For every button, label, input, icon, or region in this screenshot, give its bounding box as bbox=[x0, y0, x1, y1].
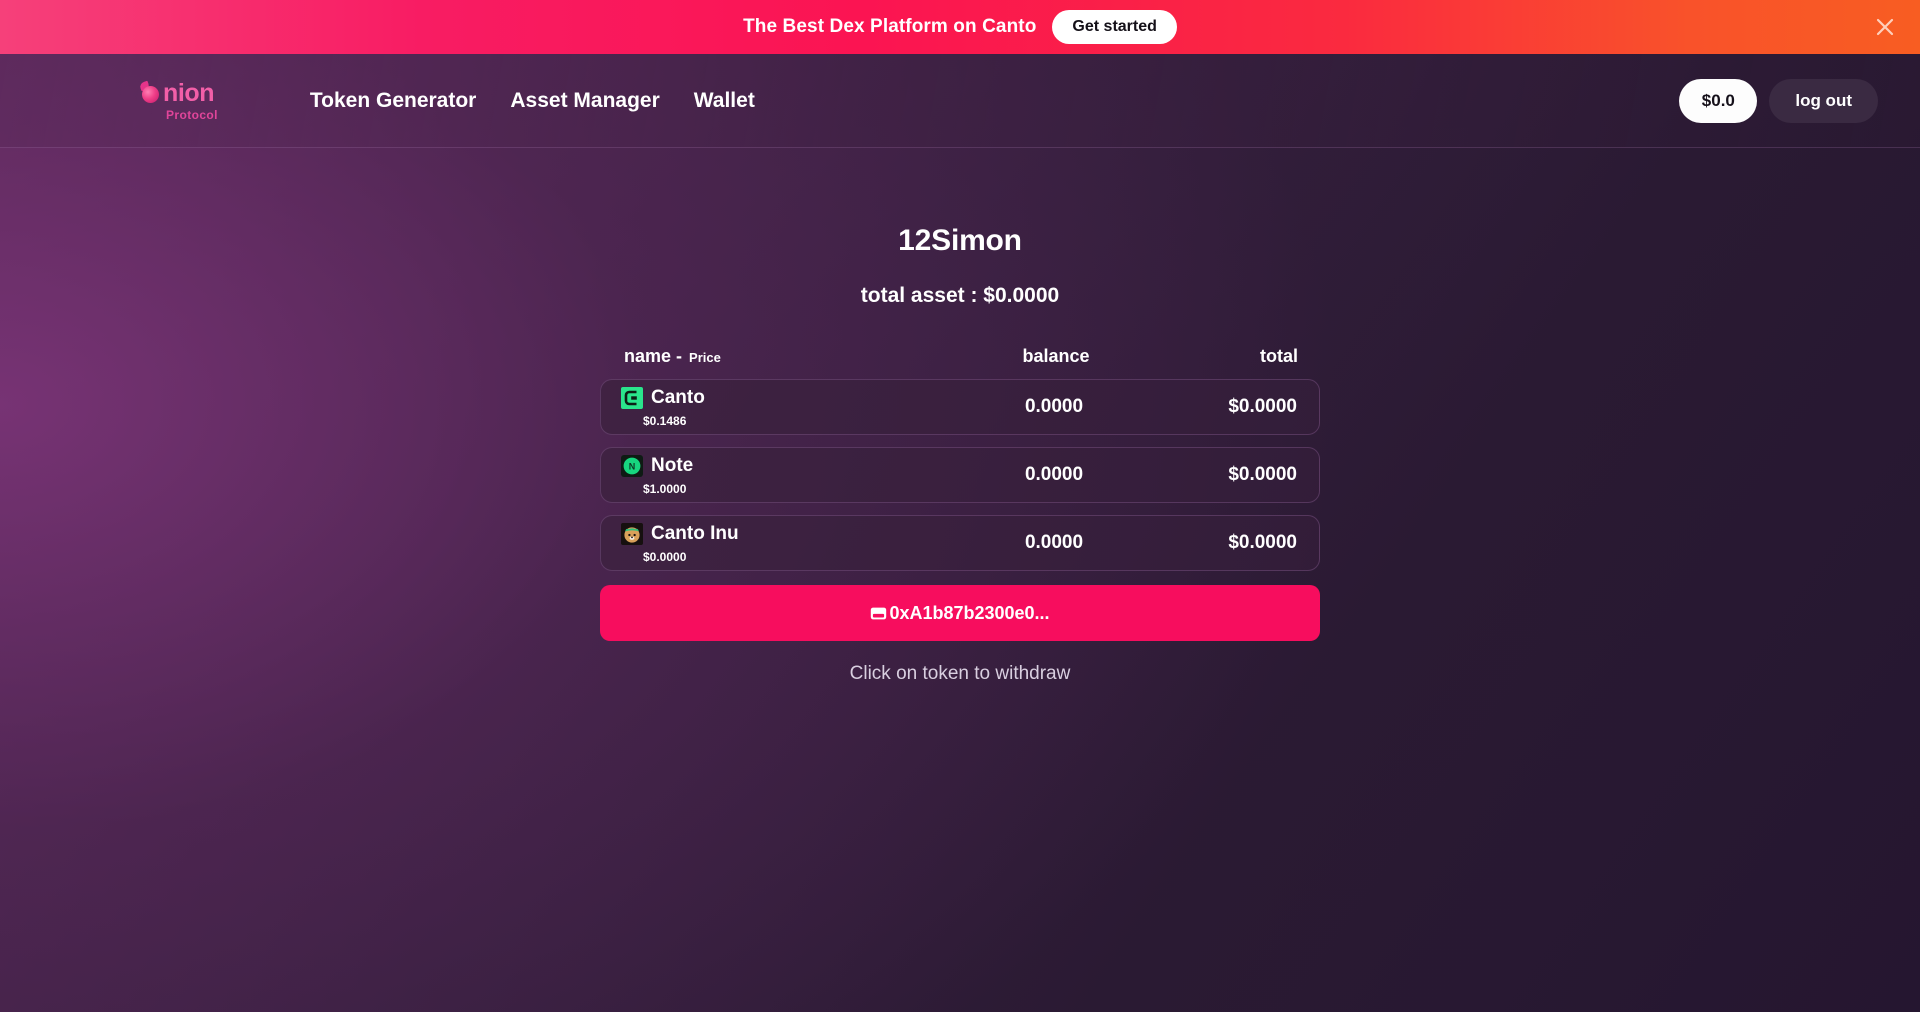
token-identity: Canto Inu $0.0000 bbox=[621, 522, 931, 564]
token-balance: 0.0000 bbox=[1024, 464, 1084, 485]
wallet-token-panel: name - Price balance total Canto $0.1486… bbox=[600, 346, 1320, 685]
token-price: $0.1486 bbox=[643, 413, 687, 428]
wallet-address-text: 0xA1b87b2300e0... bbox=[889, 602, 1050, 623]
token-identity: N Note $1.0000 bbox=[621, 454, 931, 496]
token-price: $0.0000 bbox=[643, 549, 687, 564]
main-content: 12Simon total asset : $0.0000 name - Pri… bbox=[0, 148, 1920, 685]
wallet-address-button[interactable]: 0xA1b87b2300e0... bbox=[600, 585, 1320, 641]
nav-item-asset-manager[interactable]: Asset Manager bbox=[510, 89, 659, 113]
token-balance: 0.0000 bbox=[1024, 532, 1084, 553]
logout-button[interactable]: log out bbox=[1769, 78, 1878, 123]
token-identity: Canto $0.1486 bbox=[621, 386, 931, 428]
token-identity-top: Canto bbox=[621, 386, 931, 409]
withdraw-hint: Click on token to withdraw bbox=[849, 663, 1071, 684]
wallet-icon bbox=[871, 607, 887, 619]
token-table-header: name - Price balance total bbox=[600, 346, 1320, 367]
token-total: $0.0000 bbox=[1228, 464, 1297, 485]
brand-subtitle: Protocol bbox=[166, 107, 218, 122]
canto-inu-token-icon bbox=[621, 522, 643, 545]
table-row[interactable]: N Note $1.0000 0.0000 $0.0000 bbox=[600, 447, 1320, 503]
page-title: 12Simon bbox=[898, 224, 1022, 257]
table-row[interactable]: Canto $0.1486 0.0000 $0.0000 bbox=[600, 379, 1320, 435]
nav-item-token-generator[interactable]: Token Generator bbox=[310, 89, 476, 113]
token-total: $0.0000 bbox=[1228, 396, 1297, 417]
token-identity-top: N Note bbox=[621, 454, 931, 477]
token-total: $0.0000 bbox=[1228, 532, 1297, 553]
header-actions: $0.0 log out bbox=[1679, 78, 1878, 123]
nav-item-wallet[interactable]: Wallet bbox=[694, 89, 755, 113]
onion-bulb-icon bbox=[138, 80, 162, 104]
column-header-balance: balance bbox=[1022, 346, 1090, 366]
table-row[interactable]: Canto Inu $0.0000 0.0000 $0.0000 bbox=[600, 515, 1320, 571]
column-header-name-text: name - bbox=[624, 346, 683, 366]
note-token-icon: N bbox=[621, 454, 643, 477]
token-balance: 0.0000 bbox=[1024, 396, 1084, 417]
column-header-name: name - Price bbox=[624, 346, 934, 367]
token-name: Canto bbox=[651, 387, 705, 408]
brand-logo[interactable]: nion Protocol bbox=[138, 78, 218, 122]
total-asset-label: total asset : $0.0000 bbox=[860, 284, 1060, 307]
promo-banner: The Best Dex Platform on Canto Get start… bbox=[0, 0, 1920, 54]
token-identity-top: Canto Inu bbox=[621, 522, 931, 545]
column-header-price-text: Price bbox=[689, 350, 721, 365]
brand-name: nion bbox=[163, 78, 215, 107]
token-name: Note bbox=[651, 455, 694, 476]
app-root: The Best Dex Platform on Canto Get start… bbox=[0, 0, 1920, 1012]
token-price: $1.0000 bbox=[643, 481, 687, 496]
canto-token-icon bbox=[621, 386, 643, 409]
close-icon[interactable] bbox=[1872, 14, 1898, 40]
svg-text:N: N bbox=[629, 461, 636, 471]
site-header: nion Protocol Token Generator Asset Mana… bbox=[0, 54, 1920, 148]
promo-banner-text: The Best Dex Platform on Canto bbox=[743, 16, 1037, 37]
get-started-button[interactable]: Get started bbox=[1052, 10, 1177, 44]
column-header-total: total bbox=[1260, 346, 1298, 366]
balance-button[interactable]: $0.0 bbox=[1679, 78, 1758, 123]
token-name: Canto Inu bbox=[651, 523, 739, 544]
primary-navigation: Token Generator Asset Manager Wallet bbox=[310, 89, 755, 113]
brand-logo-row: nion bbox=[138, 78, 215, 107]
